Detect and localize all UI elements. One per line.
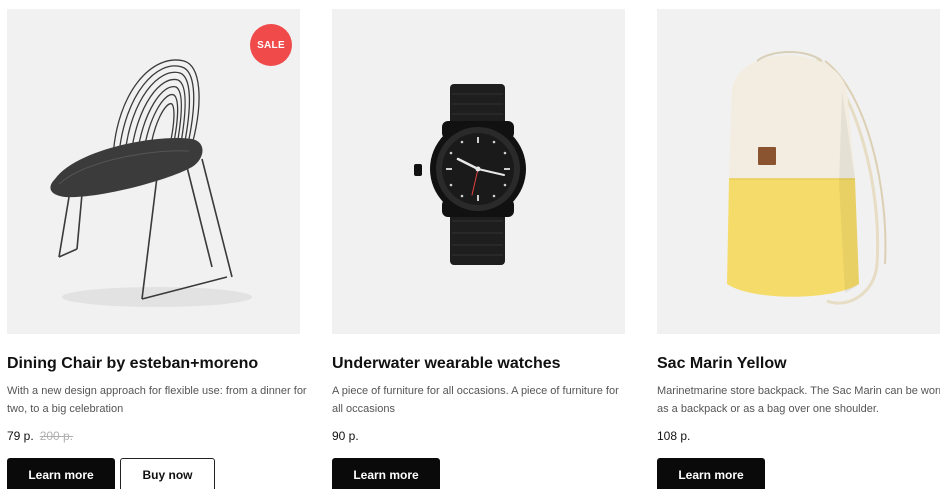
product-old-price: 200 р. bbox=[39, 429, 74, 443]
price-row: 79 р. 200 р. bbox=[7, 428, 300, 444]
product-description: With a new design approach for flexible … bbox=[7, 385, 307, 415]
buy-now-button[interactable]: Buy now bbox=[120, 458, 215, 489]
product-card-watch: Underwater wearable watches A piece of f… bbox=[332, 0, 625, 489]
learn-more-button[interactable]: Learn more bbox=[7, 458, 115, 489]
backpack-image bbox=[727, 51, 887, 305]
button-row: Learn more bbox=[657, 458, 940, 489]
button-row: Learn more bbox=[332, 458, 625, 489]
learn-more-button[interactable]: Learn more bbox=[657, 458, 765, 489]
product-description: A piece of furniture for all occasions. … bbox=[332, 385, 619, 415]
product-image-backpack[interactable] bbox=[657, 9, 940, 334]
product-title[interactable]: Sac Marin Yellow bbox=[657, 354, 940, 374]
sale-badge: SALE bbox=[250, 24, 292, 66]
button-row: Learn more Buy now bbox=[7, 458, 300, 489]
product-grid: SALE Dining Chair by esteban+moreno With… bbox=[0, 0, 940, 489]
product-price: 90 р. bbox=[332, 429, 359, 443]
product-price: 79 р. bbox=[7, 429, 34, 443]
learn-more-button[interactable]: Learn more bbox=[332, 458, 440, 489]
product-description: Marinetmarine store backpack. The Sac Ma… bbox=[657, 385, 940, 415]
price-row: 90 р. bbox=[332, 428, 625, 444]
price-row: 108 р. bbox=[657, 428, 940, 444]
product-title[interactable]: Dining Chair by esteban+moreno bbox=[7, 354, 300, 374]
product-card-chair: SALE Dining Chair by esteban+moreno With… bbox=[7, 0, 307, 489]
product-title[interactable]: Underwater wearable watches bbox=[332, 354, 625, 374]
product-image-watch[interactable] bbox=[332, 9, 625, 334]
product-image-chair[interactable]: SALE bbox=[7, 9, 300, 334]
product-price: 108 р. bbox=[657, 429, 691, 443]
product-card-backpack: Sac Marin Yellow Marinetmarine store bac… bbox=[657, 0, 940, 489]
watch-image bbox=[414, 84, 526, 265]
